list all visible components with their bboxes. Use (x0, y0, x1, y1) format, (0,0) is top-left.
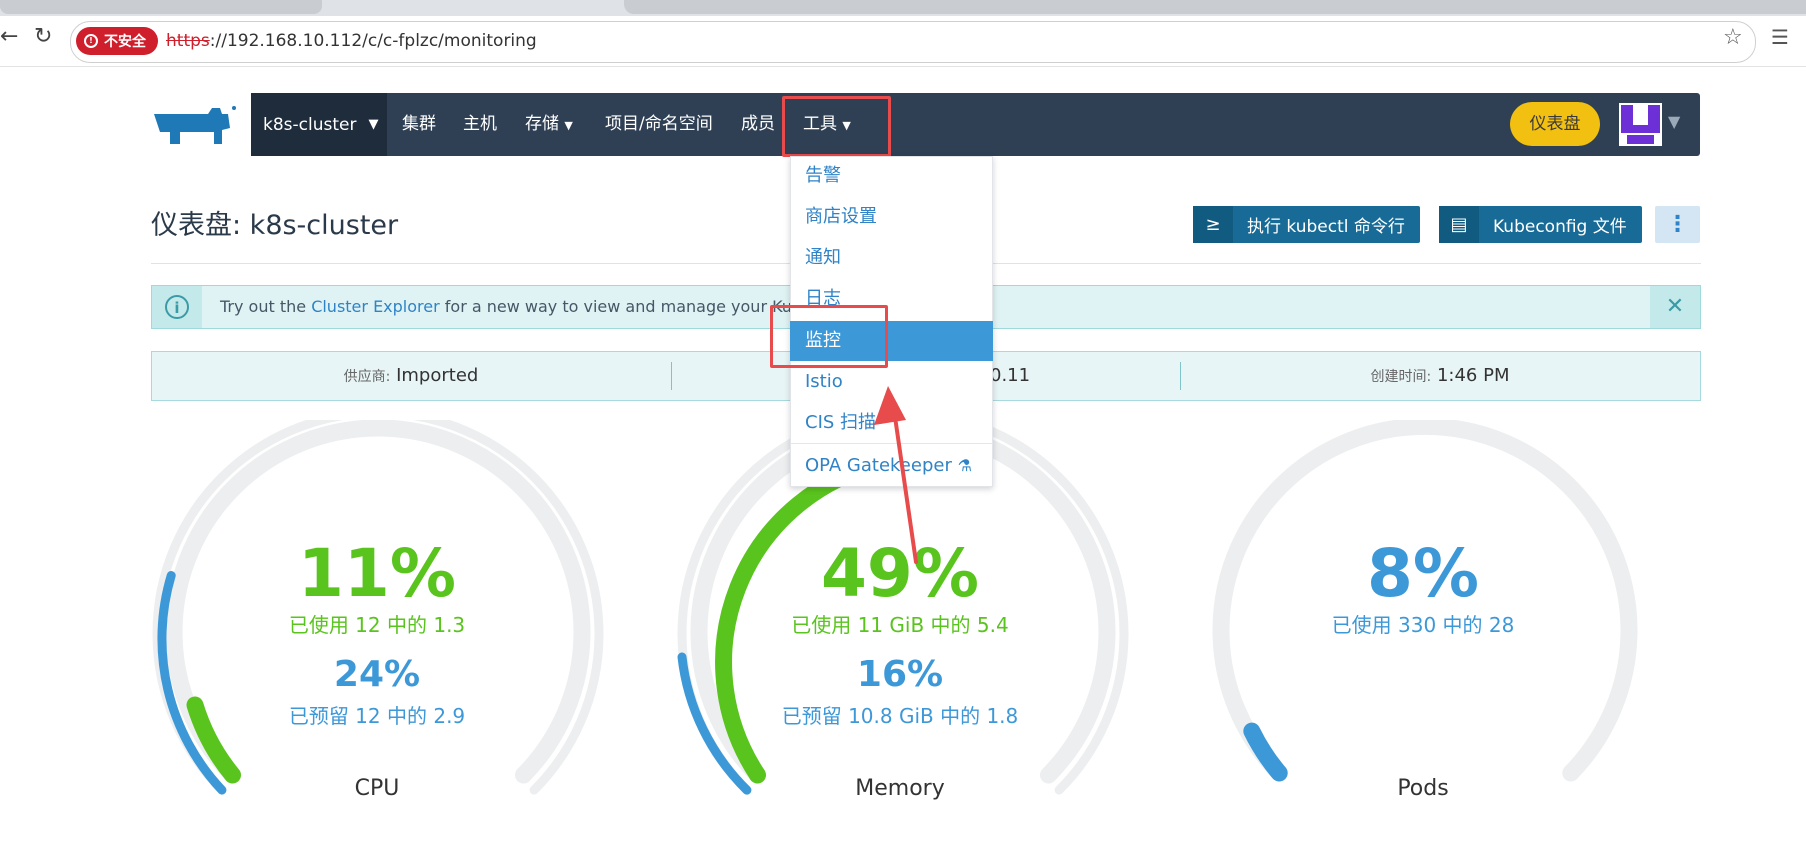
version-value: 0.11 (990, 365, 1031, 386)
annotation-highlight-tools (782, 96, 891, 157)
nav-item-nodes[interactable]: 主机 (463, 93, 497, 156)
created-label: 创建时间: (1370, 369, 1432, 385)
browser-tab[interactable] (0, 0, 322, 14)
kubeconfig-button[interactable]: ▤ Kubeconfig 文件 (1439, 206, 1642, 243)
nav-item-projects[interactable]: 项目/命名空间 (605, 93, 713, 156)
nav-item-storage[interactable]: 存储 ▼ (525, 93, 573, 156)
info-separator (671, 362, 672, 390)
dashboard-button[interactable]: 仪表盘 (1510, 102, 1600, 146)
pods-used-percent: 8% (1366, 535, 1480, 612)
url-rest: ://192.168.10.112/c/c-fplzc/monitoring (209, 31, 537, 51)
provider-label: 供应商: (343, 369, 391, 385)
terminal-icon: ≥ (1193, 206, 1233, 243)
experimental-icon: ⚗ (957, 456, 972, 475)
menu-item-istio[interactable]: Istio (805, 362, 843, 402)
cpu-used-percent: 11% (298, 535, 456, 612)
pods-used-arc (1243, 722, 1288, 782)
security-label: 不安全 (104, 34, 146, 50)
provider-info: 供应商: Imported (151, 351, 671, 401)
more-actions-button[interactable]: ⋮ (1655, 206, 1700, 243)
nav-item-storage-label: 存储 (525, 114, 559, 134)
cpu-used-text: 已使用 12 中的 1.3 (288, 613, 466, 637)
banner-prefix: Try out the (220, 297, 312, 316)
page-title: 仪表盘: k8s-cluster (151, 210, 399, 241)
chevron-down-icon[interactable]: ▼ (1668, 112, 1680, 131)
reload-icon[interactable]: ↻ (34, 24, 52, 49)
menu-item-notifiers[interactable]: 通知 (805, 238, 841, 278)
annotation-highlight-monitoring (770, 305, 888, 368)
created-info: 创建时间: 1:46 PM (1180, 351, 1700, 401)
rancher-logo-icon[interactable] (150, 104, 238, 150)
cluster-selector[interactable]: k8s-cluster ▼ (251, 93, 387, 156)
cluster-name: k8s-cluster (263, 114, 357, 135)
chevron-down-icon: ▼ (368, 117, 379, 132)
banner-suffix: for a new way to view and manage your Ku… (439, 297, 803, 316)
kubectl-button[interactable]: ≥ 执行 kubectl 命令行 (1193, 206, 1420, 243)
nav-item-members[interactable]: 成员 (741, 93, 775, 156)
banner-text: Try out the Cluster Explorer for a new w… (220, 286, 802, 328)
star-icon[interactable]: ☆ (1723, 25, 1743, 50)
shield-icon: ! (84, 34, 98, 48)
menu-item-catalog-settings[interactable]: 商店设置 (805, 197, 877, 237)
cpu-reserved-text: 已预留 12 中的 2.9 (288, 704, 466, 728)
memory-reserved-text: 已预留 10.8 GiB 中的 1.8 (781, 704, 1019, 728)
memory-used-text: 已使用 11 GiB 中的 5.4 (791, 613, 1009, 637)
favorites-icon[interactable]: ☰ (1771, 25, 1789, 49)
provider-value: Imported (396, 365, 479, 386)
url-scheme: https (166, 31, 210, 51)
chevron-down-icon: ▼ (564, 119, 573, 132)
annotation-arrow (874, 386, 918, 564)
cpu-reserved-percent: 24% (333, 654, 421, 695)
memory-reserved-percent: 16% (856, 654, 944, 695)
browser-tab[interactable] (624, 0, 1806, 14)
menu-item-alerts[interactable]: 告警 (805, 156, 841, 196)
kubeconfig-button-label: Kubeconfig 文件 (1493, 217, 1627, 237)
kubectl-button-label: 执行 kubectl 命令行 (1247, 217, 1405, 237)
url-text[interactable]: https://192.168.10.112/c/c-fplzc/monitor… (166, 27, 537, 55)
nav-item-cluster[interactable]: 集群 (402, 93, 436, 156)
pods-label: Pods (1397, 776, 1449, 801)
cpu-label: CPU (354, 776, 400, 801)
user-avatar[interactable] (1619, 103, 1662, 146)
created-value: 1:46 PM (1436, 365, 1510, 386)
info-icon: i (165, 295, 189, 319)
security-badge[interactable]: ! 不安全 (76, 27, 158, 55)
banner-icon-area: i (152, 286, 202, 328)
pods-used-text: 已使用 330 中的 28 (1331, 613, 1515, 637)
close-icon[interactable]: ✕ (1650, 286, 1700, 328)
file-icon: ▤ (1439, 206, 1479, 243)
cluster-explorer-link[interactable]: Cluster Explorer (311, 297, 440, 316)
back-icon[interactable]: ← (0, 24, 18, 49)
memory-label: Memory (855, 776, 945, 801)
